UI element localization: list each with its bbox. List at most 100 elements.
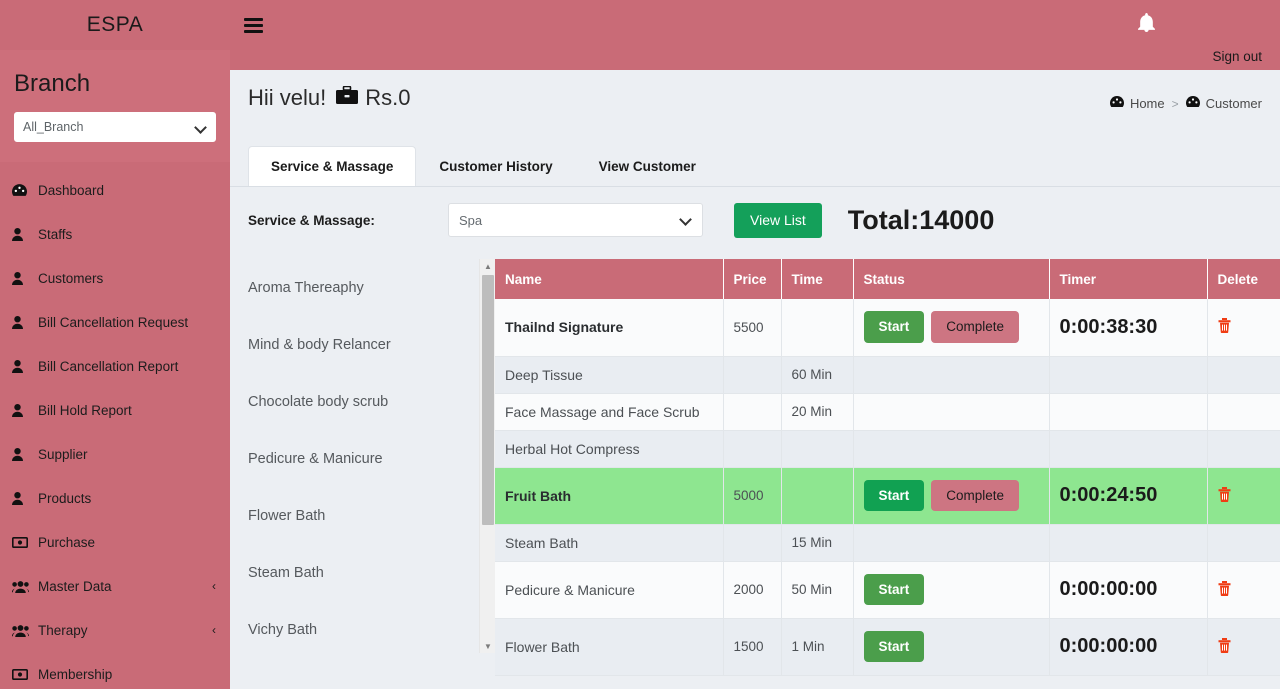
cell-time [781,430,854,468]
complete-button[interactable]: Complete [931,311,1020,343]
branch-title: Branch [14,70,91,97]
start-button[interactable]: Start [863,479,925,512]
breadcrumb-item-home[interactable]: Home [1109,96,1165,111]
table-row[interactable]: Pedicure & Manicure 2000 50 Min Start 0:00:0… [495,561,1280,619]
start-button[interactable]: Start [863,311,925,343]
cell-time: 20 Min [781,393,854,431]
sidebar-item-purchase[interactable]: Purchase [0,520,230,564]
signout-link[interactable]: Sign out [1212,49,1262,64]
branch-select-wrapper: All_Branch [14,112,216,142]
scroll-up-icon[interactable]: ▲ [480,259,496,273]
cell-time: 50 Min [781,561,854,619]
sidebar-item-supplier[interactable]: Supplier [0,432,230,476]
sidebar-item-therapy[interactable]: Therapy ‹ [0,608,230,652]
wallet-amount: Rs.0 [336,85,411,111]
breadcrumb-label: Customer [1205,96,1262,111]
cell-status [853,393,1050,431]
timer-value: 0:00:38:30 [1059,315,1158,338]
start-button[interactable]: Start [863,573,925,606]
cell-timer [1049,356,1208,394]
scrollbar-thumb[interactable] [482,275,494,525]
service-list-item[interactable]: Pedicure & Manicure [248,430,477,487]
cell-price [723,430,782,468]
briefcase-icon [336,85,359,111]
cell-time: 1 Min [781,618,854,676]
service-list-column: Aroma Thereaphy Mind & body Relancer Choco… [230,259,495,689]
cell-time: 60 Min [781,356,854,394]
user-icon [12,271,38,285]
sidebar-item-bill-cancellation-report[interactable]: Bill Cancellation Report [0,344,230,388]
tab-view-customer[interactable]: View Customer [576,146,719,187]
complete-button[interactable]: Complete [931,479,1020,512]
breadcrumb-item-customer[interactable]: Customer [1185,96,1262,111]
trash-icon[interactable] [1218,318,1231,337]
service-select[interactable]: Spa [448,203,703,238]
app-logo[interactable]: ESPA [0,0,230,50]
controls-row: Service & Massage: Spa View List Total:1… [230,187,1280,248]
sidebar-item-label: Customers [38,270,104,286]
chevron-left-icon: ‹ [212,579,216,593]
column-header-name: Name [495,259,724,299]
sidebar-item-bill-hold-report[interactable]: Bill Hold Report [0,388,230,432]
hamburger-bar [244,23,263,27]
cell-name: Flower Bath [495,618,724,676]
sidebar-item-label: Bill Hold Report [38,402,132,418]
sidebar-item-master-data[interactable]: Master Data ‹ [0,564,230,608]
service-list-item[interactable]: Chocolate body scrub [248,373,477,430]
sidebar-item-dashboard[interactable]: Dashboard [0,168,230,212]
user-icon [12,315,38,329]
chevron-left-icon: ‹ [212,623,216,637]
service-list-item[interactable]: Mind & body Relancer [248,316,477,373]
table-row[interactable]: Face Massage and Face Scrub 20 Min [495,393,1280,431]
dashboard-icon [1185,96,1200,111]
sidebar-item-membership[interactable]: Membership [0,652,230,689]
user-icon [12,359,38,373]
cell-timer: 0:00:00:00 [1049,618,1208,676]
trash-icon[interactable] [1218,486,1231,506]
service-list-item[interactable]: Aroma Thereaphy [248,259,477,316]
column-header-delete: Delete [1207,259,1280,299]
sidebar-item-products[interactable]: Products [0,476,230,520]
service-list-item[interactable]: Flower Bath [248,487,477,544]
tab-customer-history[interactable]: Customer History [416,146,575,187]
sidebar-item-label: Purchase [38,534,96,550]
table-row[interactable]: Flower Bath 1500 1 Min Start 0:00:00:00 [495,618,1280,676]
view-list-button[interactable]: View List [734,203,822,238]
cell-delete [1207,430,1280,468]
branch-select[interactable]: All_Branch [14,112,216,142]
scroll-down-icon[interactable]: ▼ [480,639,496,653]
table-row[interactable]: Fruit Bath 5000 Start Complete 0:00:24:50 [495,467,1280,525]
start-button[interactable]: Start [863,630,925,663]
cell-price [723,524,782,562]
table-row[interactable]: Steam Bath 15 Min [495,524,1280,562]
trash-icon[interactable] [1218,637,1231,657]
table-row[interactable]: Herbal Hot Compress [495,430,1280,468]
sidebar-item-customers[interactable]: Customers [0,256,230,300]
sidebar-item-staffs[interactable]: Staffs [0,212,230,256]
service-list-item[interactable]: Vichy Bath [248,601,477,653]
service-list-item[interactable]: Steam Bath [248,544,477,601]
table-row[interactable]: Deep Tissue 60 Min [495,356,1280,394]
sidebar-item-label: Supplier [38,446,88,462]
sidebar-item-bill-cancellation-request[interactable]: Bill Cancellation Request [0,300,230,344]
user-icon [12,227,38,241]
trash-icon[interactable] [1218,580,1231,600]
page-title: Hii velu! [248,85,327,110]
body-split: Aroma Thereaphy Mind & body Relancer Choco… [230,259,1280,689]
cell-name: Herbal Hot Compress [495,430,724,468]
cell-delete [1207,524,1280,562]
cell-status: Start Complete [853,299,1050,357]
hamburger-icon[interactable] [244,14,266,36]
column-header-time: Time [781,259,854,299]
table-row[interactable]: Thailnd Signature 5500 Start Complete 0:00:3… [495,299,1280,357]
cell-timer: 0:00:24:50 [1049,467,1208,525]
dashboard-icon [1109,96,1124,111]
service-massage-label: Service & Massage: [248,212,375,228]
cell-delete [1207,393,1280,431]
bell-icon[interactable] [1138,13,1155,35]
timer-value: 0:00:00:00 [1059,635,1158,657]
service-list-scrollbar[interactable]: ▲ ▼ [479,259,495,653]
hamburger-bar [244,17,263,21]
tab-service-massage[interactable]: Service & Massage [248,145,417,186]
cell-time [781,467,854,525]
